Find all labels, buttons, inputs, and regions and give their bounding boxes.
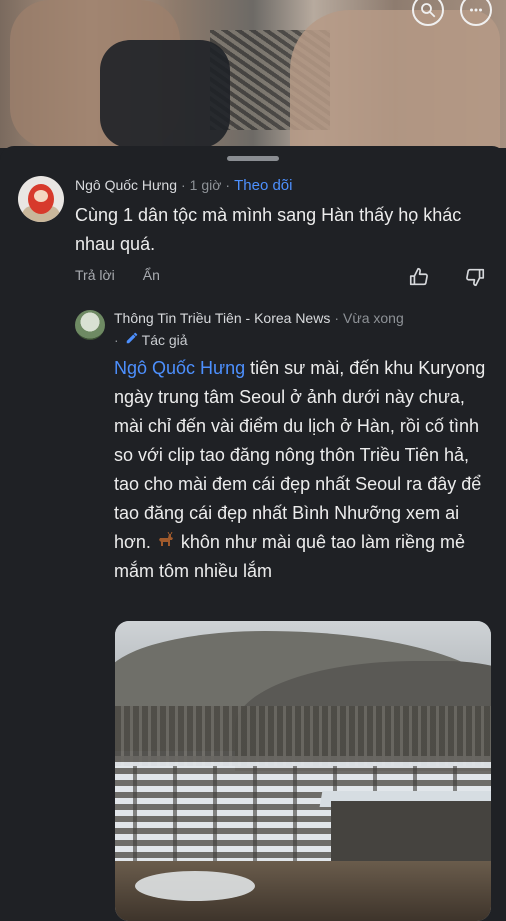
author-badge-label: Tác giả <box>141 331 188 348</box>
video-frame-person-right <box>290 10 500 148</box>
comment-text: Ngô Quốc Hưng tiên sư mài, đến khu Kuryo… <box>114 354 494 586</box>
thumbs-down-icon[interactable] <box>464 266 486 293</box>
comment-image[interactable] <box>115 621 491 921</box>
video-top-controls <box>412 0 492 26</box>
comment-header: Ngô Quốc Hưng · 1 giờ · Theo dõi <box>75 177 293 194</box>
reply-button[interactable]: Trả lời <box>75 267 115 283</box>
comment-header: Thông Tin Triều Tiên - Korea News · Vừa xo… <box>114 310 404 326</box>
comment-author[interactable]: Thông Tin Triều Tiên - Korea News <box>114 310 330 326</box>
avatar[interactable] <box>75 310 105 340</box>
avatar[interactable] <box>18 176 64 222</box>
author-badge: · Tác giả <box>114 331 188 348</box>
hide-button[interactable]: Ẩn <box>143 267 160 283</box>
pencil-icon <box>125 331 139 348</box>
search-icon[interactable] <box>412 0 444 26</box>
comments-sheet: Ngô Quốc Hưng · 1 giờ · Theo dõi Cùng 1 dân … <box>0 146 506 921</box>
comment-time: Vừa xong <box>343 310 404 326</box>
comment-text: Cùng 1 dân tộc mà mình sang Hàn thấy họ … <box>75 205 462 254</box>
video-frame-shadow <box>100 40 230 148</box>
comment-actions: Trả lời Ẩn <box>75 267 160 283</box>
thumbs-up-icon[interactable] <box>408 266 430 293</box>
follow-button[interactable]: Theo dõi <box>234 177 292 194</box>
comment-text-part: tiên sư mài, đến khu Kuryong ngày trung … <box>114 358 486 552</box>
comment-author[interactable]: Ngô Quốc Hưng <box>75 177 177 193</box>
comment-time: 1 giờ <box>189 177 222 193</box>
mention-link[interactable]: Ngô Quốc Hưng <box>114 358 245 378</box>
video-player[interactable] <box>0 0 506 148</box>
sheet-drag-handle[interactable] <box>227 156 279 161</box>
more-icon[interactable] <box>460 0 492 26</box>
deer-emoji <box>156 530 176 548</box>
vote-buttons <box>408 266 486 293</box>
